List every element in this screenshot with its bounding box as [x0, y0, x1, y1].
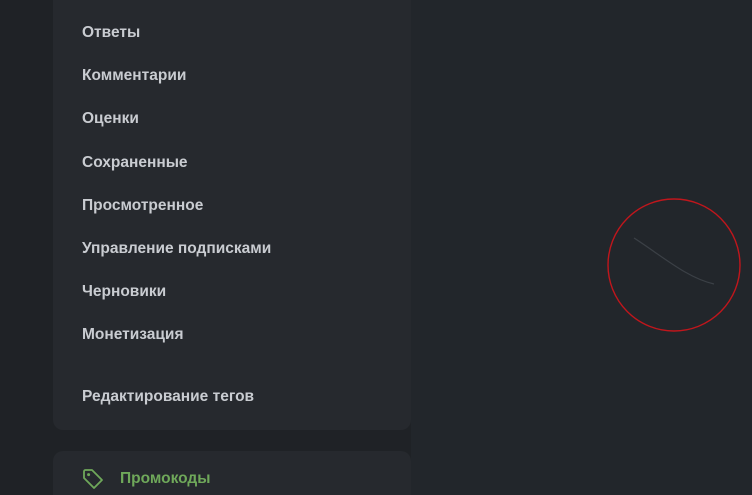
menu-item-ratings[interactable]: Оценки — [82, 109, 139, 129]
profile-menu: Ответы Комментарии Оценки Сохраненные Пр… — [53, 0, 411, 430]
menu-item-drafts[interactable]: Черновики — [82, 282, 166, 302]
tag-icon — [83, 469, 103, 489]
menu-item-comments[interactable]: Комментарии — [82, 66, 186, 86]
promo-label: Промокоды — [120, 470, 211, 487]
menu-item-subscriptions[interactable]: Управление подписками — [82, 239, 271, 259]
promo-panel[interactable]: Промокоды — [53, 451, 411, 495]
menu-item-edit-tags[interactable]: Редактирование тегов — [82, 387, 254, 407]
menu-item-monetization[interactable]: Монетизация — [82, 325, 184, 345]
menu-item-saved[interactable]: Сохраненные — [82, 153, 188, 173]
menu-item-answers[interactable]: Ответы — [82, 23, 140, 43]
annotation-stroke — [633, 237, 715, 285]
page: Ответы Комментарии Оценки Сохраненные Пр… — [0, 0, 752, 495]
menu-item-viewed[interactable]: Просмотренное — [82, 196, 203, 216]
annotation-circle — [607, 198, 741, 332]
